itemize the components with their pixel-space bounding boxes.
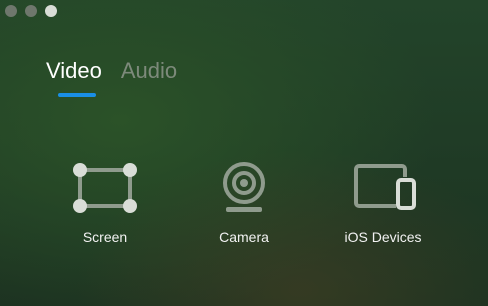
close-button[interactable] (5, 5, 17, 17)
minimize-button[interactable] (25, 5, 37, 17)
window-controls (5, 5, 57, 17)
tab-audio[interactable]: Audio (121, 58, 177, 84)
webcam-icon (223, 162, 265, 212)
active-tab-indicator (58, 93, 96, 97)
ios-devices-icon (354, 164, 416, 210)
camera-source-button[interactable]: Camera (184, 155, 304, 250)
camera-source-label: Camera (219, 229, 269, 245)
screen-source-label: Screen (82, 229, 128, 245)
tab-bar: Video Audio (46, 58, 177, 84)
ios-devices-source-label: iOS Devices (344, 229, 422, 245)
ios-devices-source-button[interactable]: iOS Devices (323, 155, 443, 250)
source-options: Screen Camera iOS Devices (0, 155, 488, 255)
tab-video[interactable]: Video (46, 58, 102, 84)
screen-source-button[interactable]: Screen (45, 155, 165, 250)
zoom-button[interactable] (45, 5, 57, 17)
screen-selection-icon (73, 163, 137, 213)
